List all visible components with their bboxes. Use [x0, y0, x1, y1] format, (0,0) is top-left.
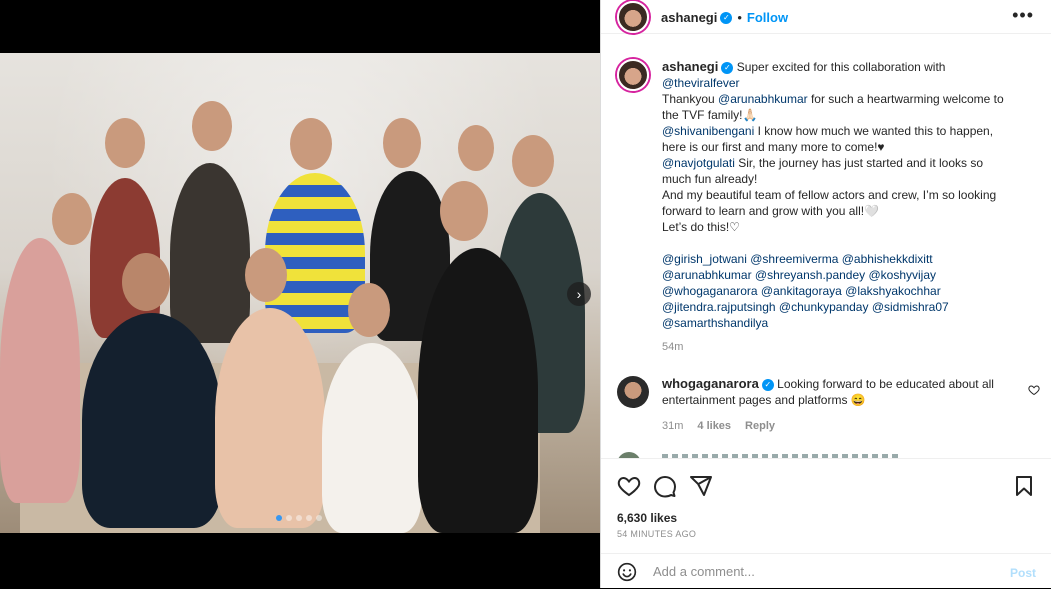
- mention-link[interactable]: @theviralfever: [662, 76, 740, 90]
- photo-person: [418, 248, 538, 533]
- carousel-dot[interactable]: [316, 515, 322, 521]
- mention-link[interactable]: @shivanibengani: [662, 124, 754, 138]
- caption-username[interactable]: ashanegi: [662, 59, 718, 74]
- verified-badge-icon: ✓: [721, 61, 734, 74]
- comment-likes[interactable]: 4 likes: [697, 420, 731, 432]
- caption-line: here is our first and many more to come!…: [662, 140, 885, 154]
- caption-line: @theviralfever: [662, 75, 1034, 91]
- photo-person: [170, 163, 250, 343]
- tag-mentions-line[interactable]: @jitendra.rajputsingh @chunkypanday @sid…: [662, 299, 1034, 315]
- photo-face: [52, 193, 92, 245]
- comment-meta: 31m 4 likes Reply: [662, 418, 1007, 434]
- caption-line: Thankyou @arunabhkumar for such a heartw…: [662, 92, 1004, 106]
- photo-face: [512, 135, 554, 187]
- more-options-icon[interactable]: •••: [1012, 5, 1034, 26]
- photo-person: [82, 313, 222, 528]
- caption-line: forward to learn and grow with you all!🤍: [662, 204, 880, 218]
- comment-bubble-icon[interactable]: [653, 474, 677, 498]
- commenter-avatar[interactable]: [617, 376, 649, 408]
- tag-mentions-line[interactable]: @samarthshandilya: [662, 315, 1034, 331]
- comment-input[interactable]: [651, 563, 995, 580]
- caption-line: And my beautiful team of fellow actors a…: [662, 188, 997, 202]
- caption-line: the TVF family!🙏🏻: [662, 108, 758, 122]
- photo-face: [348, 283, 390, 337]
- caption-line: Let’s do this!♡: [662, 220, 740, 234]
- post-side-panel: ashanegi ✓ • Follow ••• ashanegi ✓ Super exc…: [600, 0, 1051, 588]
- commenter-username[interactable]: whogaganarora: [662, 376, 759, 391]
- author-line: ashanegi ✓ • Follow: [661, 9, 788, 27]
- comment-time: 31m: [662, 420, 684, 432]
- tag-mentions-line[interactable]: @arunabhkumar @shreyansh.pandey @koshyvi…: [662, 267, 1034, 283]
- separator-dot: •: [737, 10, 742, 25]
- media-area: ›: [0, 0, 600, 588]
- photo-person: [215, 308, 325, 528]
- verified-badge-icon: ✓: [720, 11, 733, 24]
- caption-body: @theviralfever Thankyou @arunabhkumar for…: [662, 75, 1034, 235]
- tag-mentions-line[interactable]: @whogaganarora @ankitagoraya @lakshyakoc…: [662, 283, 1034, 299]
- author-username[interactable]: ashanegi: [661, 10, 717, 25]
- caption: ashanegi ✓ Super excited for this collabo…: [662, 59, 1034, 355]
- carousel-dot[interactable]: [276, 515, 282, 521]
- mention-link[interactable]: @navjotgulati: [662, 156, 735, 170]
- photo-face: [290, 118, 332, 170]
- photo-face: [245, 248, 287, 302]
- comments-list[interactable]: ashanegi ✓ Super excited for this collabo…: [601, 34, 1051, 458]
- photo-face: [122, 253, 170, 311]
- caption-time: 54m: [662, 341, 684, 353]
- like-heart-icon[interactable]: [617, 474, 641, 498]
- share-icon[interactable]: [689, 474, 713, 498]
- caption-tags: @girish_jotwani @shreemiverma @abhishekk…: [662, 251, 1034, 331]
- like-count[interactable]: 6,630 likes: [617, 511, 677, 525]
- verified-badge-icon: ✓: [761, 378, 774, 391]
- photo-face: [440, 181, 488, 241]
- post-comment-button[interactable]: Post: [1010, 566, 1036, 580]
- photo-face: [105, 118, 145, 168]
- post-header: ashanegi ✓ • Follow •••: [601, 0, 1051, 34]
- post-actions: [601, 458, 1051, 513]
- photo-face: [192, 101, 232, 151]
- carousel-dot[interactable]: [286, 515, 292, 521]
- caption-line: @navjotgulati Sir, the journey has just …: [662, 156, 984, 170]
- photo-face: [458, 125, 494, 171]
- caption-text: Super excited for this collaboration wit…: [736, 60, 946, 74]
- caption-line: @shivanibengani I know how much we wante…: [662, 124, 994, 138]
- save-bookmark-icon[interactable]: [1012, 474, 1036, 498]
- post-timestamp[interactable]: 54 MINUTES AGO: [617, 529, 696, 539]
- emoji-smiley-icon[interactable]: [617, 562, 637, 582]
- caption-avatar[interactable]: [617, 59, 649, 91]
- reply-button[interactable]: Reply: [745, 420, 775, 432]
- photo-person: [322, 343, 422, 533]
- author-avatar[interactable]: [617, 1, 649, 33]
- carousel-dot[interactable]: [296, 515, 302, 521]
- photo-person: [0, 238, 80, 503]
- comment-like-heart-icon[interactable]: [1028, 384, 1040, 396]
- carousel-dot[interactable]: [306, 515, 312, 521]
- caption-line: much fun already!: [662, 172, 758, 186]
- follow-button[interactable]: Follow: [747, 10, 788, 25]
- post-photo[interactable]: [0, 53, 600, 533]
- tag-mentions-line[interactable]: @girish_jotwani @shreemiverma @abhishekk…: [662, 251, 1034, 267]
- next-photo-button[interactable]: ›: [567, 282, 591, 306]
- comment-text-2: entertainment pages and platforms 😄: [662, 393, 866, 407]
- mention-link[interactable]: @arunabhkumar: [718, 92, 808, 106]
- caption-first-line: ashanegi ✓ Super excited for this collabo…: [662, 59, 1034, 75]
- comment: whogaganarora ✓ Looking forward to be edu…: [662, 376, 1007, 434]
- photo-face: [383, 118, 421, 168]
- add-comment-bar: Post: [601, 553, 1051, 589]
- carousel-dots: [276, 515, 322, 521]
- comment-text-1: Looking forward to be educated about all: [777, 377, 994, 391]
